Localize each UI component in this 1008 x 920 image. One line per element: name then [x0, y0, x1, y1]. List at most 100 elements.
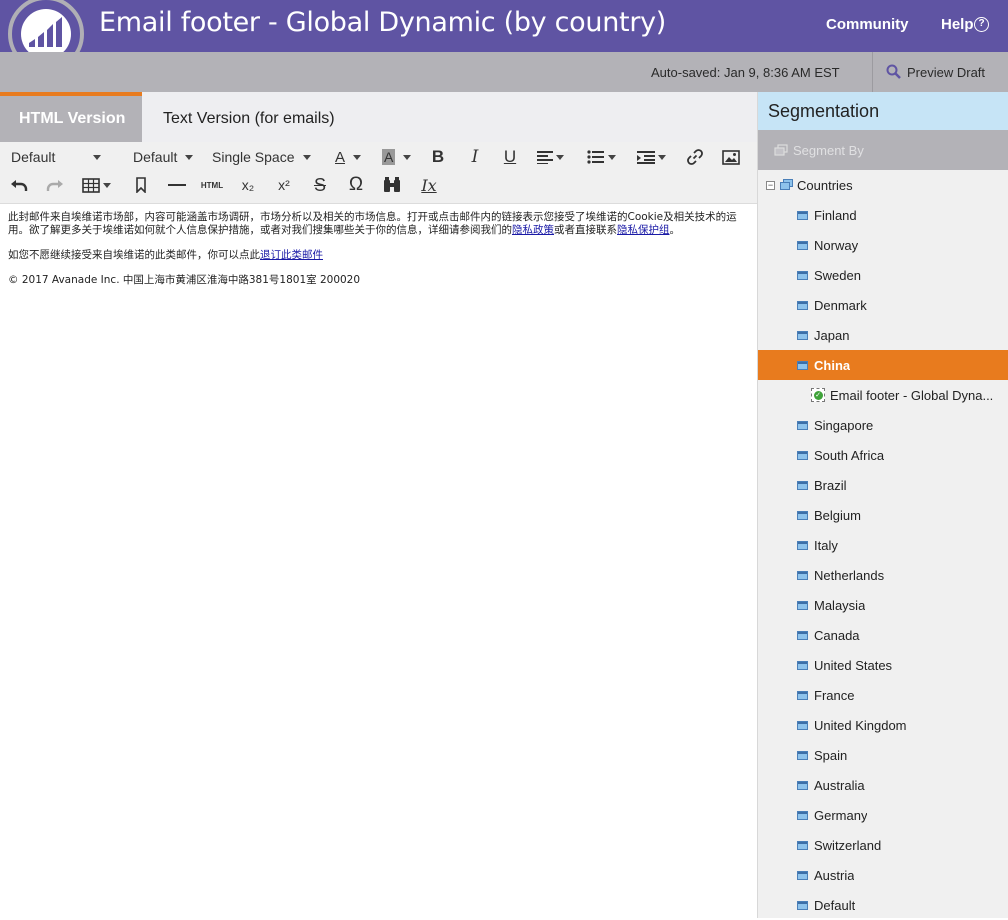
bold-icon[interactable]: B — [427, 146, 449, 168]
tree-root-countries[interactable]: − Countries — [758, 170, 1008, 200]
email-approved-icon: ✓ — [811, 388, 825, 402]
segment-icon — [797, 330, 808, 340]
preview-draft-label: Preview Draft — [907, 64, 986, 80]
highlight-color-icon[interactable]: A — [382, 146, 416, 168]
tree-item-label: Sweden — [814, 267, 861, 283]
community-link[interactable]: Community — [826, 16, 909, 33]
tree-segment-item[interactable]: Austria — [758, 860, 1008, 890]
tree-item-label: Brazil — [814, 477, 847, 493]
tree-segment-item[interactable]: China — [758, 350, 1008, 380]
tree-item-label: United States — [814, 657, 893, 673]
tree-item-label: Canada — [814, 627, 860, 643]
special-char-icon[interactable]: Ω — [345, 174, 367, 196]
tree-item-label: South Africa — [814, 447, 885, 463]
magnifier-icon — [886, 64, 901, 79]
tree-root-label: Countries — [797, 177, 853, 193]
tree-segment-item[interactable]: South Africa — [758, 440, 1008, 470]
tree-segment-item[interactable]: Sweden — [758, 260, 1008, 290]
tree-item-label: Australia — [814, 777, 865, 793]
segment-stack-icon — [774, 143, 788, 156]
segment-icon — [797, 570, 808, 580]
tree-segment-item[interactable]: Finland — [758, 200, 1008, 230]
privacy-team-link[interactable]: 隐私保护组 — [617, 224, 670, 236]
undo-icon[interactable] — [8, 174, 30, 196]
font-size-select[interactable]: Default — [133, 149, 194, 165]
segment-icon — [797, 420, 808, 430]
link-icon[interactable] — [684, 146, 706, 168]
segment-icon — [797, 720, 808, 730]
underline-icon[interactable]: U — [499, 146, 521, 168]
tab-html-version[interactable]: HTML Version — [0, 92, 142, 142]
tree-segment-item[interactable]: Singapore — [758, 410, 1008, 440]
tab-text-version[interactable]: Text Version (for emails) — [163, 110, 335, 128]
privacy-policy-link[interactable]: 隐私政策 — [512, 224, 554, 236]
tree-email-item[interactable]: ✓ Email footer - Global Dyna... — [758, 380, 1008, 410]
segment-icon — [797, 210, 808, 220]
tree-segment-item[interactable]: Canada — [758, 620, 1008, 650]
line-spacing-select[interactable]: Single Space — [212, 149, 311, 165]
segment-icon — [797, 300, 808, 310]
tree-segment-item[interactable]: United States — [758, 650, 1008, 680]
tree-item-label: United Kingdom — [814, 717, 907, 733]
horizontal-rule-icon[interactable] — [166, 174, 188, 196]
chevron-down-icon — [93, 154, 102, 160]
indent-icon[interactable] — [637, 146, 671, 168]
unsubscribe-paragraph: 如您不愿继续接受来自埃维诺的此类邮件，你可以点此退订此类邮件 — [8, 249, 749, 262]
align-icon[interactable] — [537, 146, 571, 168]
copyright-paragraph: © 2017 Avanade Inc. 中国上海市黄浦区淮海中路381号1801… — [8, 274, 361, 286]
strikethrough-icon[interactable]: S — [309, 174, 331, 196]
tree-item-label: Japan — [814, 327, 850, 343]
tree-segment-item[interactable]: Italy — [758, 530, 1008, 560]
superscript-icon[interactable]: x² — [273, 174, 295, 196]
subscript-icon[interactable]: x₂ — [237, 174, 259, 196]
editor-content-area[interactable]: 此封邮件来自埃维诺市场部，内容可能涵盖市场调研，市场分析以及相关的市场信息。打开… — [0, 204, 757, 918]
tree-segment-item[interactable]: Brazil — [758, 470, 1008, 500]
segment-icon — [797, 660, 808, 670]
image-icon[interactable] — [720, 146, 742, 168]
italic-icon[interactable]: I — [464, 146, 486, 168]
tree-segment-item[interactable]: Norway — [758, 230, 1008, 260]
segment-icon — [797, 480, 808, 490]
segment-icon — [797, 780, 808, 790]
tree-item-label: Netherlands — [814, 567, 885, 583]
page-title: Email footer - Global Dynamic (by countr… — [99, 7, 667, 38]
unsubscribe-link[interactable]: 退订此类邮件 — [260, 249, 323, 261]
tree-segment-item[interactable]: Default — [758, 890, 1008, 920]
redo-icon[interactable] — [44, 174, 66, 196]
clear-format-icon[interactable]: Ix — [418, 174, 440, 196]
help-icon[interactable]: ? — [974, 17, 989, 32]
chevron-down-icon — [185, 154, 194, 160]
segment-by-button[interactable]: Segment By — [758, 130, 1008, 170]
table-icon[interactable] — [82, 174, 116, 196]
font-color-icon[interactable]: A — [335, 146, 369, 168]
tree-segment-item[interactable]: Spain — [758, 740, 1008, 770]
preview-draft-button[interactable]: Preview Draft — [886, 62, 985, 82]
app-header: Email footer - Global Dynamic (by countr… — [0, 0, 1008, 72]
tree-segment-item[interactable]: Denmark — [758, 290, 1008, 320]
line-spacing-value: Single Space — [212, 149, 295, 165]
tree-segment-item[interactable]: Malaysia — [758, 590, 1008, 620]
tree-segment-item[interactable]: France — [758, 680, 1008, 710]
list-icon[interactable] — [587, 146, 621, 168]
tree-segment-item[interactable]: Japan — [758, 320, 1008, 350]
html-icon[interactable]: HTML — [201, 174, 223, 196]
tree-segment-item[interactable]: Switzerland — [758, 830, 1008, 860]
segmentation-panel: Segmentation Segment By − Countries Finl… — [757, 92, 1008, 918]
unsubscribe-text: 如您不愿继续接受来自埃维诺的此类邮件，你可以点此 — [8, 249, 260, 261]
font-family-select[interactable]: Default — [11, 149, 102, 165]
find-icon[interactable] — [381, 174, 403, 196]
segment-icon — [797, 240, 808, 250]
tree-segment-item[interactable]: United Kingdom — [758, 710, 1008, 740]
tree-segment-item[interactable]: Australia — [758, 770, 1008, 800]
segment-icon — [797, 270, 808, 280]
tree-segment-item[interactable]: Netherlands — [758, 560, 1008, 590]
tree-item-label: Denmark — [814, 297, 867, 313]
segment-icon — [797, 840, 808, 850]
tree-segment-item[interactable]: Belgium — [758, 500, 1008, 530]
collapse-icon[interactable]: − — [766, 180, 775, 190]
tree-segment-item[interactable]: Germany — [758, 800, 1008, 830]
tree-item-label: Switzerland — [814, 837, 882, 853]
bookmark-icon[interactable] — [130, 174, 152, 196]
help-link[interactable]: Help — [941, 16, 974, 33]
autosave-status: Auto-saved: Jan 9, 8:36 AM EST — [651, 65, 840, 80]
